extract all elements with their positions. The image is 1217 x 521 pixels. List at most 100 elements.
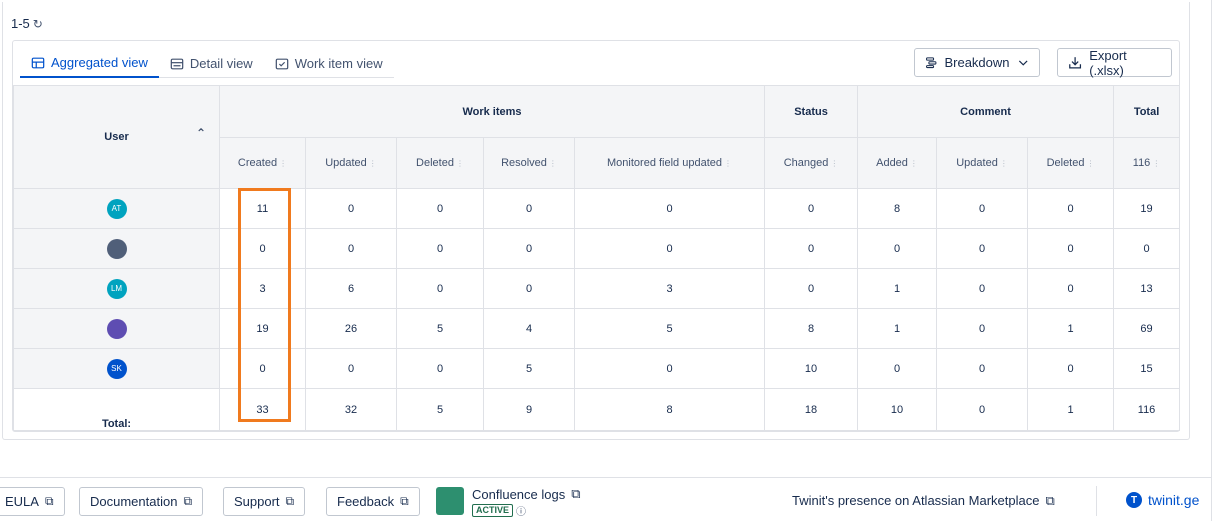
twinit-logo-icon: T bbox=[1126, 492, 1142, 508]
cell-resolved[interactable]: 4 bbox=[483, 308, 575, 349]
table-row: 0000000000 bbox=[13, 228, 1181, 269]
cell-monitored[interactable]: 3 bbox=[573, 268, 766, 309]
col-label: Deleted bbox=[416, 157, 454, 169]
col-label: Added bbox=[876, 157, 908, 169]
total-total: 116 bbox=[1113, 388, 1181, 431]
eula-label: EULA bbox=[5, 494, 39, 509]
marketplace-link[interactable]: Twinit's presence on Atlassian Marketpla… bbox=[792, 493, 1055, 509]
group-work-items: Work items bbox=[218, 85, 766, 138]
sort-icon: ⋮ bbox=[999, 159, 1008, 168]
cell-total[interactable]: 15 bbox=[1113, 348, 1181, 389]
user-cell: SK bbox=[13, 348, 220, 389]
external-link-icon: ⧉ bbox=[44, 494, 54, 508]
col-changed[interactable]: Changed ⋮ bbox=[764, 137, 859, 189]
refresh-icon[interactable]: ↻ bbox=[33, 17, 43, 31]
cell-comment-updated: 0 bbox=[936, 188, 1029, 229]
total-comment-added[interactable]: 10 bbox=[857, 388, 938, 431]
total-resolved[interactable]: 9 bbox=[483, 388, 575, 431]
cell-changed[interactable]: 10 bbox=[764, 348, 859, 389]
total-deleted[interactable]: 5 bbox=[396, 388, 484, 431]
group-status: Status bbox=[764, 85, 859, 138]
sort-icon: ⋮ bbox=[1152, 159, 1161, 168]
marketplace-label: Twinit's presence on Atlassian Marketpla… bbox=[792, 493, 1040, 508]
external-link-icon: ⧉ bbox=[183, 494, 193, 508]
cell-monitored[interactable]: 5 bbox=[573, 308, 766, 349]
sort-icon: ⋮ bbox=[1086, 159, 1095, 168]
support-link[interactable]: Support ⧉ bbox=[223, 487, 306, 516]
cell-total[interactable]: 69 bbox=[1113, 308, 1181, 349]
avatar[interactable]: SK bbox=[106, 358, 127, 379]
footer: EULA ⧉ Documentation ⧉ Support ⧉ Feedbac… bbox=[0, 477, 1211, 521]
cell-total[interactable]: 13 bbox=[1113, 268, 1181, 309]
col-label: Updated bbox=[325, 157, 367, 169]
col-comment-deleted[interactable]: Deleted ⋮ bbox=[1027, 137, 1115, 189]
col-comment-updated[interactable]: Updated ⋮ bbox=[936, 137, 1029, 189]
cell-comment-updated: 0 bbox=[936, 308, 1029, 349]
download-icon bbox=[1069, 57, 1082, 69]
cell-comment-added[interactable]: 8 bbox=[857, 188, 938, 229]
total-comment-deleted[interactable]: 1 bbox=[1027, 388, 1115, 431]
cell-changed[interactable]: 8 bbox=[764, 308, 859, 349]
twinit-link[interactable]: T twinit.ge bbox=[1126, 492, 1199, 508]
cell-created[interactable]: 3 bbox=[219, 268, 306, 309]
report-panel: Aggregated view Detail view Work item vi… bbox=[12, 40, 1181, 432]
col-updated[interactable]: Updated ⋮ bbox=[305, 137, 397, 189]
total-updated[interactable]: 32 bbox=[305, 388, 397, 431]
col-monitored-field-updated[interactable]: Monitored field updated ⋮ bbox=[573, 137, 766, 189]
cell-comment-deleted: 0 bbox=[1027, 228, 1115, 269]
cell-comment-added[interactable]: 1 bbox=[857, 308, 938, 349]
total-comment-updated: 0 bbox=[936, 388, 1029, 431]
sort-icon: ⋮ bbox=[723, 159, 732, 168]
user-header-label: User bbox=[104, 131, 129, 143]
avatar[interactable] bbox=[106, 238, 127, 259]
confluence-logs-link[interactable]: Confluence logs ⧉ bbox=[472, 486, 581, 502]
cell-updated: 0 bbox=[305, 228, 397, 269]
twinit-label: twinit.ge bbox=[1148, 492, 1200, 508]
cell-comment-updated: 0 bbox=[936, 348, 1029, 389]
totals-row: Total: 33 32 5 9 8 18 10 0 1 116 bbox=[13, 388, 1181, 431]
cell-updated[interactable]: 26 bbox=[305, 308, 397, 349]
cell-updated[interactable]: 6 bbox=[305, 268, 397, 309]
cell-monitored: 0 bbox=[573, 348, 766, 389]
eula-link[interactable]: EULA ⧉ bbox=[0, 487, 65, 516]
documentation-link[interactable]: Documentation ⧉ bbox=[79, 487, 204, 516]
col-created[interactable]: Created ⋮ bbox=[219, 137, 306, 189]
export-button[interactable]: Export (.xlsx) bbox=[1057, 48, 1172, 78]
col-deleted[interactable]: Deleted ⋮ bbox=[396, 137, 484, 189]
cell-monitored: 0 bbox=[573, 228, 766, 269]
cell-comment-deleted: 0 bbox=[1027, 348, 1115, 389]
tab-detail-view[interactable]: Detail view bbox=[159, 49, 264, 78]
cell-deleted: 0 bbox=[396, 188, 484, 229]
cell-comment-deleted[interactable]: 1 bbox=[1027, 308, 1115, 349]
group-comment: Comment bbox=[857, 85, 1115, 138]
feedback-link[interactable]: Feedback ⧉ bbox=[326, 487, 420, 516]
total-monitored[interactable]: 8 bbox=[573, 388, 766, 431]
chevron-up-icon[interactable]: ⌃ bbox=[196, 126, 206, 140]
col-comment-added[interactable]: Added ⋮ bbox=[857, 137, 938, 189]
cell-comment-added[interactable]: 1 bbox=[857, 268, 938, 309]
avatar[interactable]: AT bbox=[106, 198, 127, 219]
cell-total[interactable]: 19 bbox=[1113, 188, 1181, 229]
scrollbar[interactable] bbox=[1211, 0, 1217, 521]
avatar[interactable] bbox=[106, 318, 127, 339]
confluence-logs-icon bbox=[436, 487, 464, 515]
cell-created: 0 bbox=[219, 228, 306, 269]
col-total[interactable]: 116 ⋮ bbox=[1113, 137, 1181, 189]
user-column-header[interactable]: User ⌃ bbox=[13, 85, 220, 189]
cell-deleted: 0 bbox=[396, 348, 484, 389]
avatar[interactable]: LM bbox=[106, 278, 127, 299]
totals-label: Total: bbox=[13, 388, 220, 431]
cell-resolved[interactable]: 5 bbox=[483, 348, 575, 389]
col-resolved[interactable]: Resolved ⋮ bbox=[483, 137, 575, 189]
cell-comment-deleted: 0 bbox=[1027, 188, 1115, 229]
cell-created[interactable]: 11 bbox=[219, 188, 306, 229]
info-icon[interactable]: ⓘ bbox=[516, 503, 526, 518]
total-created[interactable]: 33 bbox=[219, 388, 306, 431]
documentation-label: Documentation bbox=[90, 494, 178, 509]
total-changed[interactable]: 18 bbox=[764, 388, 859, 431]
breakdown-button[interactable]: Breakdown bbox=[914, 48, 1040, 77]
cell-deleted[interactable]: 5 bbox=[396, 308, 484, 349]
tab-work-item-view[interactable]: Work item view bbox=[264, 49, 394, 78]
tab-aggregated-view[interactable]: Aggregated view bbox=[20, 49, 159, 78]
cell-created[interactable]: 19 bbox=[219, 308, 306, 349]
